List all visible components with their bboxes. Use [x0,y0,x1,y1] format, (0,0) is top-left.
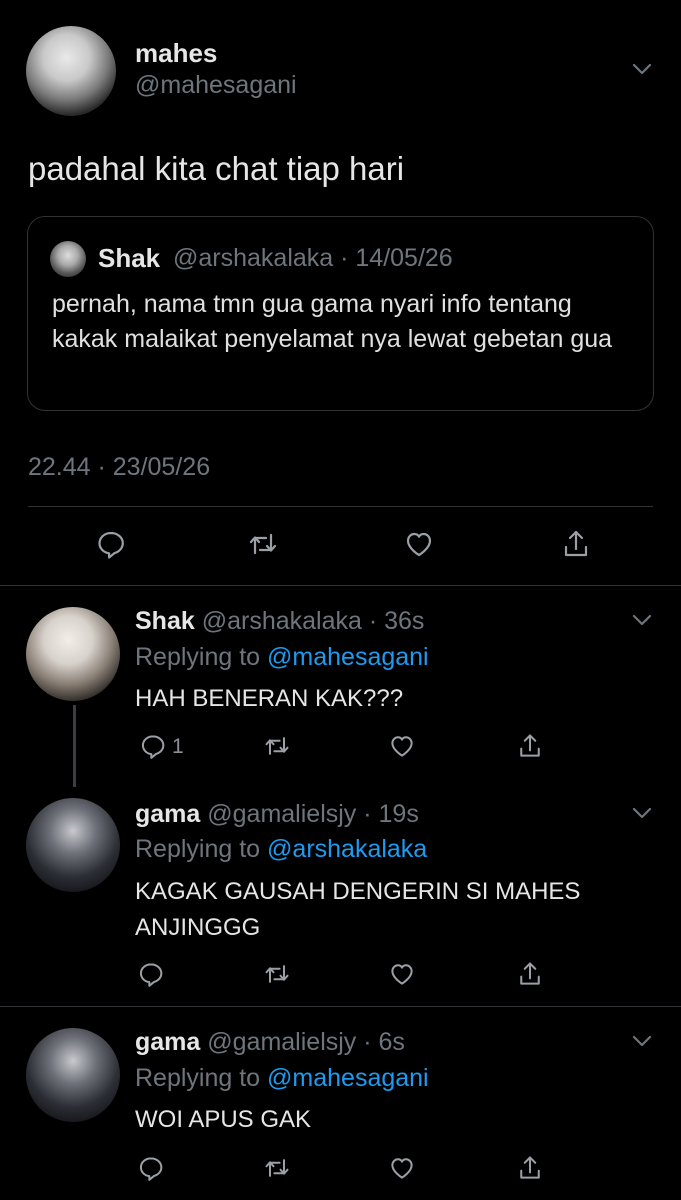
retweet-button[interactable] [243,524,283,564]
divider [28,506,653,507]
retweet-icon [265,1159,289,1177]
reply-tweet[interactable]: Shak @arshakalaka · 36s Replying to @mah… [0,585,681,790]
reply-button[interactable] [133,956,169,992]
avatar [50,241,86,277]
reply-author-name[interactable]: Shak [135,607,195,635]
share-icon [520,962,540,985]
share-button[interactable] [512,728,548,764]
reply-text: KAGAK GAUSAH DENGERIN SI MAHES ANJINGGG [135,878,581,941]
reply-icon [141,735,165,759]
reply-count: 1 [172,735,184,758]
reply-button[interactable] [91,524,131,564]
replying-to-link[interactable]: @mahesagani [267,1064,429,1092]
reply-text: WOI APUS GAK [135,1106,312,1133]
share-icon [564,530,588,557]
reply-header: gama @gamalielsjy · 6s [135,1028,405,1057]
reply-icon [139,963,163,987]
share-button[interactable] [512,1150,548,1186]
avatar[interactable] [26,1028,120,1122]
replying-label: Replying to [135,835,261,863]
reply-button[interactable] [133,1150,169,1186]
reply-icon [98,531,124,559]
reply-tweet[interactable]: gama @gamalielsjy · 6s Replying to @mahe… [0,1006,681,1200]
retweet-button[interactable] [259,728,295,764]
like-button[interactable] [384,728,420,764]
avatar[interactable] [26,798,120,892]
reply-text: HAH BENERAN KAK??? [135,685,404,712]
reply-meta: @arshakalaka · 36s [201,607,425,635]
replying-to: Replying to @mahesagani [135,1064,429,1093]
like-icon [391,736,413,757]
avatar[interactable] [26,26,116,116]
replying-to-link[interactable]: @arshakalaka [267,835,427,863]
share-button[interactable] [556,524,596,564]
quote-author-name: Shak [98,243,161,273]
replying-to-link[interactable]: @mahesagani [267,643,429,671]
thread-line [73,705,76,787]
reply-author-name[interactable]: gama [135,800,200,828]
reply-meta: @gamalielsjy · 19s [207,800,419,828]
reply-author-name[interactable]: gama [135,1028,200,1056]
quoted-tweet[interactable]: Shak @arshakalaka · 14/05/26 pernah, nam… [27,216,654,411]
like-button[interactable] [384,956,420,992]
share-icon [520,1156,540,1179]
tweet-actions [0,524,681,568]
like-icon [406,532,432,557]
author-name[interactable]: mahes [135,38,217,69]
chevron-down-icon[interactable] [632,1034,652,1048]
quote-meta: @arshakalaka · 14/05/26 [173,244,453,272]
reply-button[interactable] [135,728,171,764]
reply-header: Shak @arshakalaka · 36s [135,607,424,636]
author-handle[interactable]: @mahesagani [135,71,297,100]
retweet-icon [249,533,277,555]
retweet-icon [265,737,289,755]
replying-label: Replying to [135,643,261,671]
replying-to: Replying to @arshakalaka [135,835,427,864]
chevron-down-icon[interactable] [632,62,652,76]
chevron-down-icon[interactable] [632,613,652,627]
retweet-button[interactable] [259,1150,295,1186]
quote-text: pernah, nama tmn gua gama nyari info ten… [52,290,613,353]
like-button[interactable] [399,524,439,564]
main-tweet: mahes @mahesagani padahal kita chat tiap… [0,0,681,585]
reply-header: gama @gamalielsjy · 19s [135,800,419,829]
chevron-down-icon[interactable] [632,806,652,820]
reply-meta: @gamalielsjy · 6s [207,1028,405,1056]
like-icon [391,1158,413,1179]
avatar[interactable] [26,607,120,701]
replying-label: Replying to [135,1064,261,1092]
reply-tweet[interactable]: gama @gamalielsjy · 19s Replying to @ars… [0,790,681,1005]
share-button[interactable] [512,956,548,992]
share-icon [520,734,540,757]
tweet-timestamp[interactable]: 22.44 · 23/05/26 [28,453,210,482]
replying-to: Replying to @mahesagani [135,643,429,672]
retweet-button[interactable] [259,956,295,992]
retweet-icon [265,965,289,983]
like-icon [391,964,413,985]
tweet-text: padahal kita chat tiap hari [28,150,405,187]
like-button[interactable] [384,1150,420,1186]
reply-icon [139,1157,163,1181]
